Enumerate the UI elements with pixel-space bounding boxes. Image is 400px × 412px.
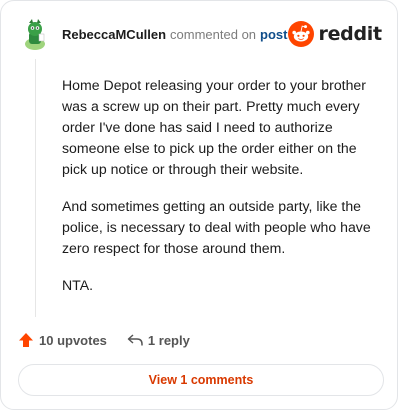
comment-paragraph: NTA. bbox=[62, 277, 94, 293]
upvote-count: 10 upvotes bbox=[39, 332, 107, 348]
username[interactable]: RebeccaMCullen bbox=[62, 27, 166, 42]
reply-count: 1 reply bbox=[147, 332, 190, 348]
comment-header: RebeccaMCullen commented on post reddit bbox=[18, 17, 383, 51]
upvote-arrow-icon bbox=[19, 333, 33, 347]
byline: RebeccaMCullen commented on post bbox=[62, 27, 288, 42]
reddit-logo-icon bbox=[287, 21, 314, 47]
comment-body: Home Depot releasing your order to your … bbox=[62, 75, 382, 312]
view-comments-button[interactable]: View 1 comments bbox=[18, 364, 384, 396]
brand[interactable]: reddit bbox=[287, 21, 383, 47]
avatar-icon bbox=[18, 17, 52, 51]
comment-footer: 10 upvotes 1 reply bbox=[18, 329, 190, 351]
post-link[interactable]: post bbox=[260, 27, 287, 42]
avatar[interactable] bbox=[18, 17, 52, 51]
comment-paragraph: Home Depot releasing your order to your … bbox=[62, 77, 366, 177]
brand-wordmark: reddit bbox=[318, 23, 383, 45]
action-text: commented on bbox=[170, 26, 257, 42]
thread-line[interactable] bbox=[35, 59, 36, 317]
reply-button[interactable]: 1 reply bbox=[127, 333, 190, 348]
upvote-button[interactable]: 10 upvotes bbox=[18, 332, 107, 348]
reply-arrow-icon bbox=[127, 334, 143, 346]
comment-card: RebeccaMCullen commented on post reddit … bbox=[0, 0, 398, 410]
comment-paragraph: And sometimes getting an outside party, … bbox=[62, 198, 371, 256]
